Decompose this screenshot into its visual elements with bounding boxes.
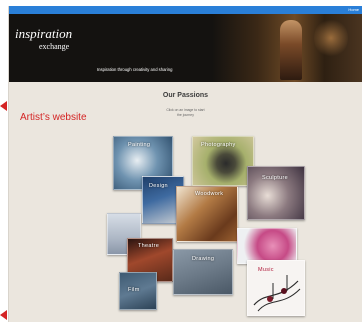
tile-flowers[interactable] xyxy=(237,228,297,264)
tile-photography[interactable]: Photography xyxy=(192,136,254,186)
tile-theatre-label: Theatre xyxy=(138,243,160,249)
hero-tagline: Inspiration through creativity and shari… xyxy=(97,67,173,72)
site-logo[interactable]: inspiration xyxy=(15,26,72,42)
tile-photography-label: Photography xyxy=(201,142,236,148)
callout-arrow-bottom xyxy=(0,310,7,320)
tile-drawing[interactable]: Drawing xyxy=(173,249,233,295)
top-nav-bar: Home xyxy=(9,6,362,14)
tile-music-label: Music xyxy=(258,267,274,273)
site-logo-subtitle: exchange xyxy=(39,42,70,51)
home-menu-button[interactable]: Home xyxy=(348,7,359,13)
artist-website-callout: Artist’s website xyxy=(20,112,87,123)
tile-sculpture-label: Sculpture xyxy=(262,175,288,181)
tile-music[interactable]: Music xyxy=(247,260,305,316)
callout-arrow-top xyxy=(0,101,7,111)
hero-painting-image xyxy=(212,14,362,82)
hero-painting-highlight xyxy=(314,18,348,58)
tile-design-label: Design xyxy=(149,183,168,189)
tile-film[interactable]: Film xyxy=(119,272,157,310)
section-title: Our Passions xyxy=(162,92,209,99)
tile-painting-label: Painting xyxy=(128,142,151,148)
music-notes-illustration xyxy=(253,275,301,312)
tile-drawing-label: Drawing xyxy=(192,256,215,262)
tile-sculpture[interactable]: Sculpture xyxy=(247,166,305,220)
tile-woodwork[interactable]: Woodwork xyxy=(176,186,238,242)
hero-banner: inspiration exchange Inspiration through… xyxy=(9,14,362,82)
tile-film-label: Film xyxy=(128,287,140,293)
tile-woodwork-label: Woodwork xyxy=(195,191,224,197)
artist-website-frame: Home inspiration exchange Inspiration th… xyxy=(8,6,362,322)
hero-painting-figure xyxy=(280,20,302,80)
